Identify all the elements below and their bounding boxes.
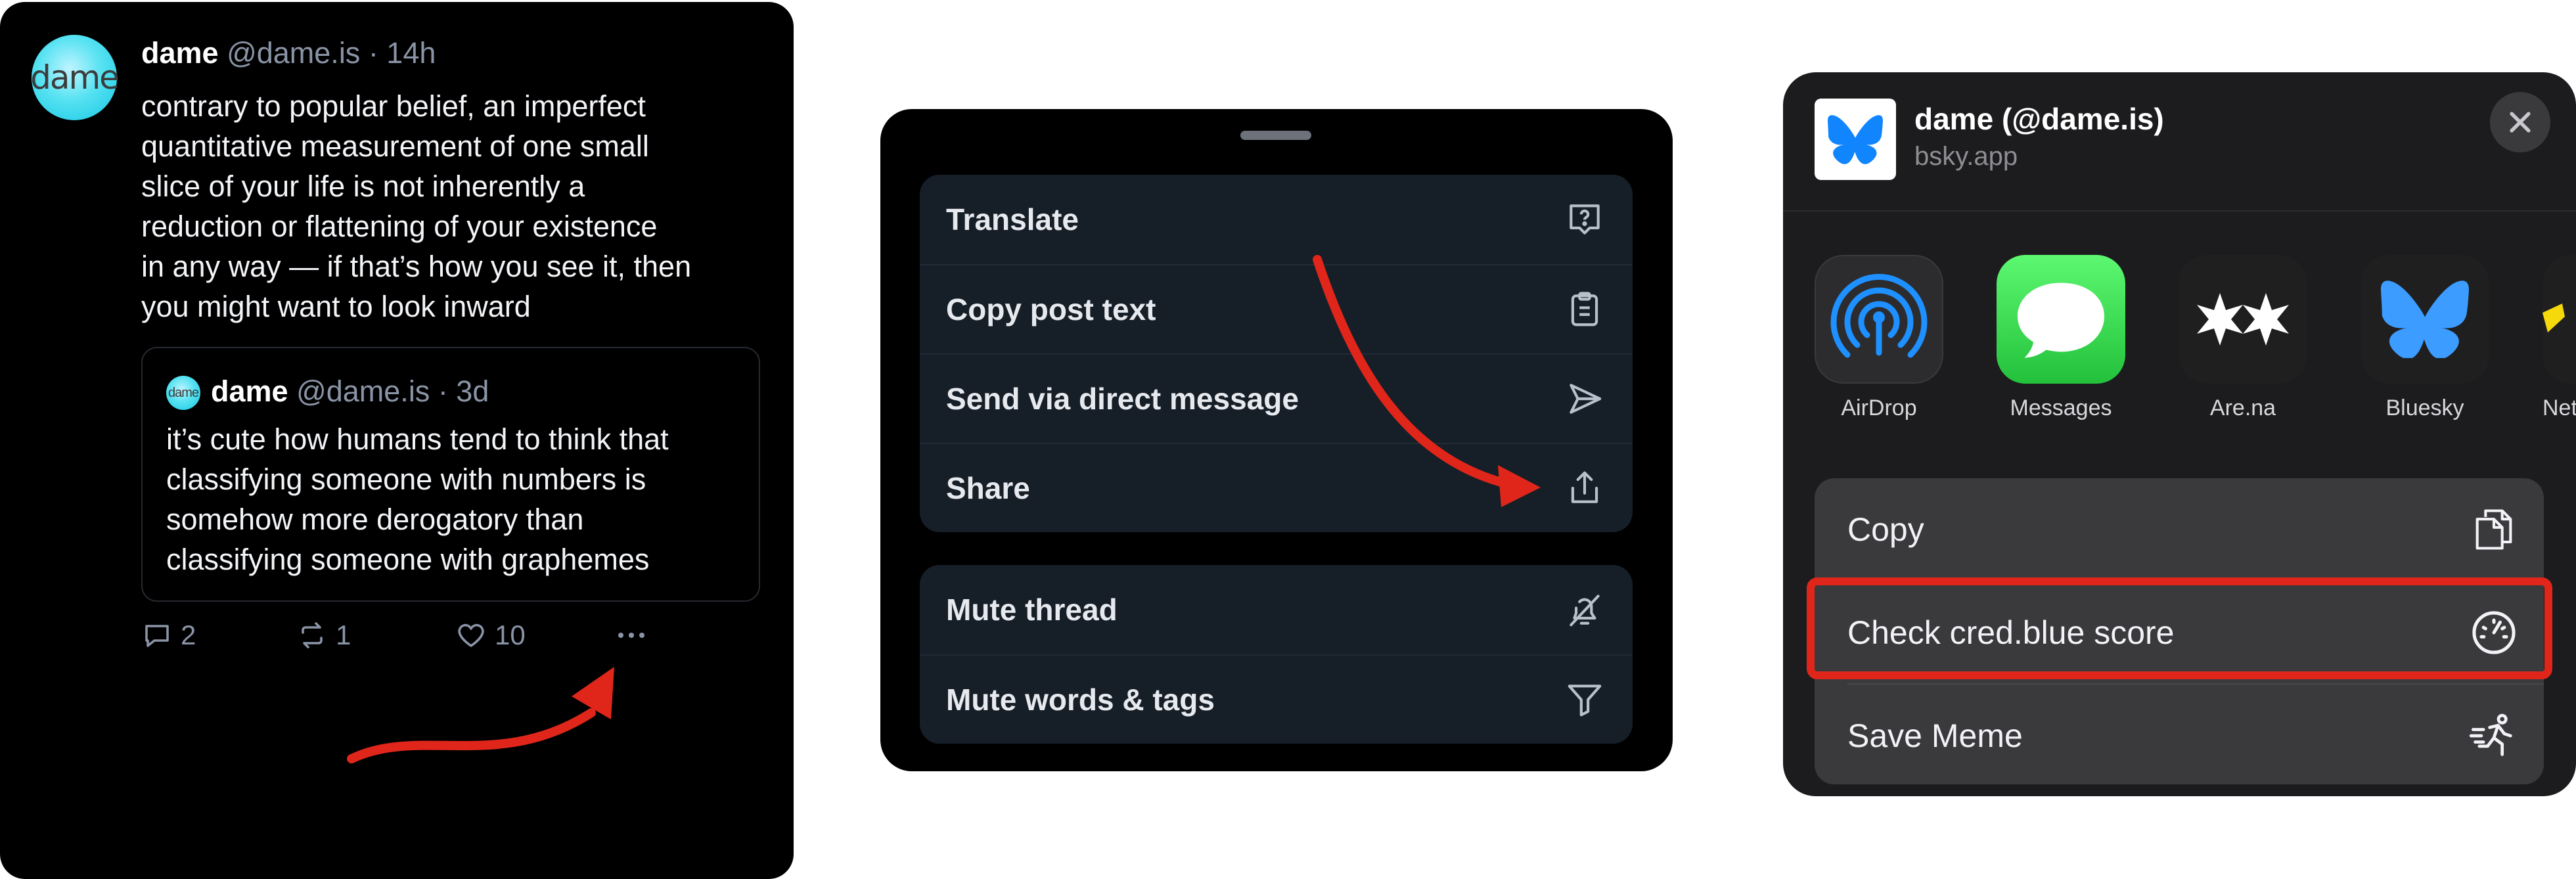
share-app-label: Bluesky [2385, 395, 2464, 420]
clipboard-icon [1571, 292, 1598, 327]
post-header: dame @dame.is · 14h [141, 36, 436, 70]
share-action-save-meme[interactable]: Save Meme [1815, 685, 2544, 784]
repost-button[interactable]: 1 [296, 620, 351, 651]
ellipsis-icon [618, 633, 644, 638]
quote-author-name: dame [211, 374, 288, 408]
menu-item-label: Translate [946, 202, 1079, 237]
menu-item-label: Share [946, 471, 1030, 505]
app-thumbnail [1815, 99, 1896, 180]
share-sheet-header: dame (@dame.is) bsky.app [1783, 72, 2576, 212]
share-action-label: Save Meme [1847, 717, 2023, 754]
bluesky-icon [2361, 255, 2489, 384]
airdrop-icon [1815, 255, 1943, 384]
menu-item-label: Mute words & tags [946, 683, 1215, 717]
quote-avatar: dame [166, 376, 200, 410]
menu-item-label: Send via direct message [946, 382, 1299, 416]
translate-icon [1570, 204, 1600, 235]
share-app-airdrop[interactable]: AirDrop [1815, 255, 1943, 421]
menu-item-copy-post-text[interactable]: Copy post text [920, 264, 1633, 353]
post-meta: @dame.is · 14h [218, 36, 436, 70]
share-app-label: Are.na [2209, 395, 2276, 420]
quote-avatar-label: dame [168, 385, 199, 400]
bluesky-butterfly-icon [1828, 115, 1883, 164]
menu-group-mute: Mute thread Mute words & tags [920, 565, 1633, 744]
menu-item-translate[interactable]: Translate [920, 175, 1633, 264]
menu-item-mute-thread[interactable]: Mute thread [920, 565, 1633, 654]
arena-icon [2179, 255, 2307, 384]
menu-item-label: Mute thread [946, 593, 1118, 627]
heart-icon [458, 623, 484, 647]
share-action-copy[interactable]: Copy [1815, 478, 2544, 580]
netlify-icon [2542, 255, 2576, 384]
copy-documents-icon [2475, 508, 2512, 550]
menu-item-send-direct-message[interactable]: Send via direct message [920, 353, 1633, 443]
like-count: 10 [495, 620, 526, 650]
share-app-bluesky[interactable]: Bluesky [2361, 255, 2489, 421]
share-app-label: Messages [2010, 395, 2112, 420]
share-icon [1571, 471, 1598, 503]
avatar-label: dame [30, 58, 120, 97]
post-panel: dame dame @dame.is · 14h contrary to pop… [0, 2, 794, 879]
share-app-messages[interactable]: Messages [1997, 255, 2125, 421]
reply-button[interactable]: 2 [141, 620, 196, 651]
share-app-label: Netl [2542, 395, 2576, 420]
like-button[interactable]: 10 [455, 620, 526, 651]
share-title: dame (@dame.is) [1914, 102, 2164, 136]
quote-text: it’s cute how humans tend to think that … [166, 422, 669, 576]
highlight-box [1807, 577, 2552, 679]
quote-meta: @dame.is · 3d [288, 374, 489, 408]
reply-icon [145, 625, 169, 647]
drag-handle[interactable] [1240, 131, 1311, 140]
post-options-menu: Translate Copy post text Send via direct… [880, 109, 1673, 771]
reply-count: 2 [181, 620, 196, 650]
repost-icon [302, 622, 323, 648]
share-action-label: Copy [1847, 510, 1924, 548]
more-options-button[interactable] [612, 620, 651, 651]
share-app-netlify[interactable]: Netl [2542, 255, 2576, 421]
share-sheet: dame (@dame.is) bsky.app AirDrop Message… [1783, 72, 2576, 796]
share-apps-row: AirDrop Messages Are.na Bluesky Net [1783, 255, 2576, 426]
share-app-arena[interactable]: Are.na [2179, 255, 2307, 421]
running-figure-icon [2469, 713, 2512, 756]
filter-icon [1568, 685, 1602, 717]
close-button[interactable] [2490, 92, 2550, 152]
quote-header: dame @dame.is · 3d [211, 374, 489, 409]
menu-item-mute-words-tags[interactable]: Mute words & tags [920, 654, 1633, 744]
author-name[interactable]: dame [141, 36, 219, 70]
repost-count: 1 [336, 620, 351, 650]
menu-group-primary: Translate Copy post text Send via direct… [920, 175, 1633, 532]
post-text: contrary to popular belief, an imperfect… [141, 89, 692, 323]
paper-plane-icon [1570, 384, 1602, 414]
share-app-label: AirDrop [1841, 395, 1917, 420]
menu-item-share[interactable]: Share [920, 443, 1633, 532]
messages-icon [1997, 255, 2125, 384]
menu-item-label: Copy post text [946, 292, 1156, 327]
quoted-post[interactable]: dame dame @dame.is · 3d it’s cute how hu… [141, 347, 760, 602]
share-subtitle: bsky.app [1914, 142, 2018, 171]
avatar[interactable]: dame [30, 35, 120, 120]
close-icon [2510, 112, 2531, 133]
bell-slash-icon [1570, 595, 1600, 627]
